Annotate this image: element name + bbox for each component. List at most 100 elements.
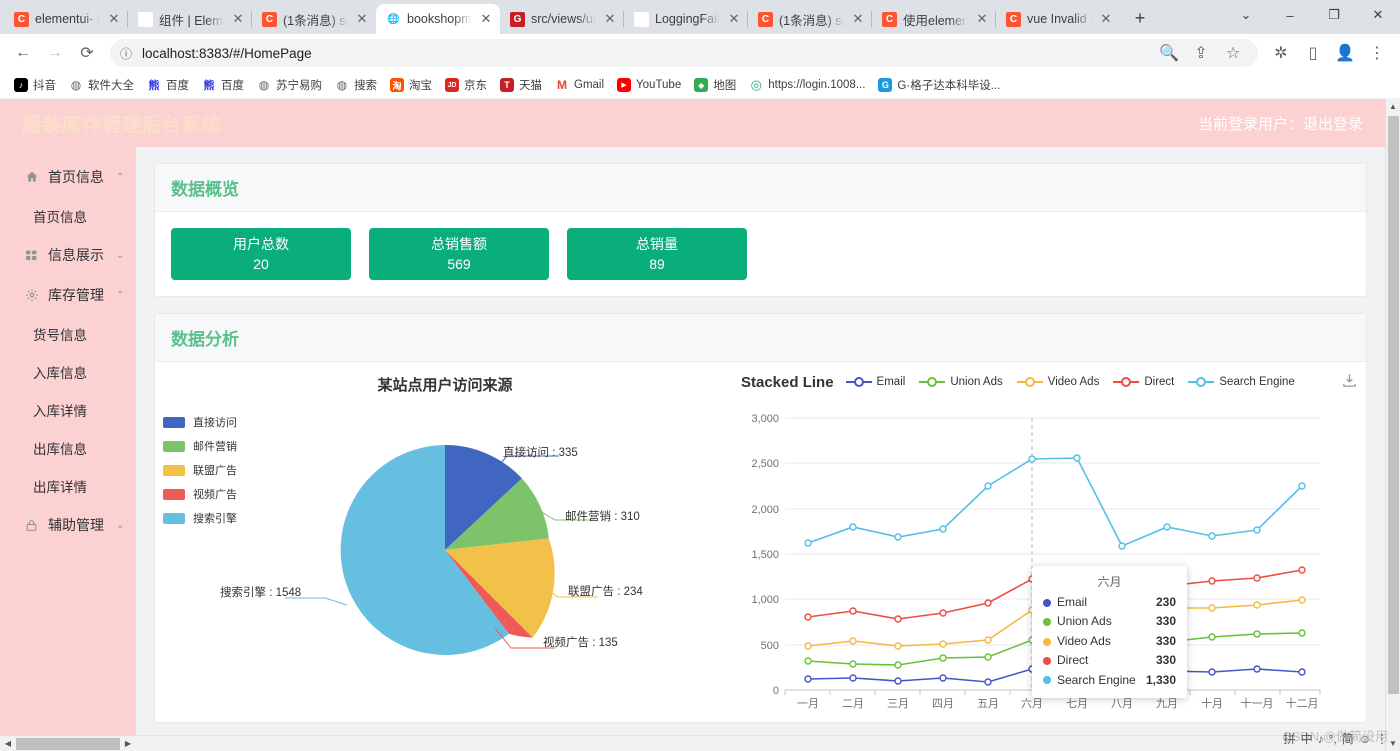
legend-item-search-engine[interactable]: Search Engine	[1188, 376, 1295, 388]
browser-tab[interactable]: 熊 LoggingFailu ✕	[623, 4, 748, 34]
tab-title: (1条消息) spri	[779, 13, 844, 28]
ime-simplified-icon[interactable]: 简	[1342, 730, 1354, 747]
vertical-scrollbar[interactable]: ▲ ▼	[1385, 99, 1400, 751]
vscroll-track[interactable]	[1385, 114, 1400, 736]
csdn-icon: C	[262, 11, 277, 27]
bookmark-label: 百度	[166, 80, 189, 92]
maximize-icon[interactable]: ❐	[1312, 0, 1356, 30]
bookmark-item[interactable]: ◍ 搜索	[329, 75, 383, 95]
reload-icon[interactable]: ⟳	[72, 38, 102, 68]
browser-tab[interactable]: C (1条消息) spri ✕	[747, 4, 872, 34]
scroll-left-icon[interactable]: ◀	[0, 736, 16, 751]
close-window-icon[interactable]: ✕	[1356, 0, 1400, 30]
bookmark-item[interactable]: ♪ 抖音	[8, 75, 62, 95]
sidebar-item-inbound-info[interactable]: 入库信息	[0, 353, 136, 391]
browser-tab[interactable]: ◉ 组件 | Elemen ✕	[127, 4, 252, 34]
back-icon[interactable]: ←	[8, 38, 38, 68]
browser-toolbar: ← → ⟳ ⓘ localhost:8383/#/HomePage 🔍 ⇪ ☆ …	[0, 34, 1400, 72]
browser-tab[interactable]: C 使用element ✕	[871, 4, 996, 34]
panel-icon[interactable]: ▯	[1298, 38, 1328, 68]
close-icon[interactable]: ✕	[974, 11, 990, 27]
sidebar-item-homepage[interactable]: 首页信息	[0, 197, 136, 235]
close-icon[interactable]: ✕	[850, 11, 866, 27]
pie-chart[interactable]: 某站点用户访问来源 直接访问 邮件营销 联盟广告 视频广告 搜索引擎 直接访问 …	[155, 366, 735, 722]
browser-tab-active[interactable]: 🌐 bookshopma ✕	[376, 4, 500, 34]
legend-item-email[interactable]: Email	[845, 376, 905, 388]
address-bar[interactable]: ⓘ localhost:8383/#/HomePage 🔍 ⇪ ☆	[110, 39, 1258, 67]
vscroll-thumb[interactable]	[1387, 116, 1399, 694]
close-icon[interactable]: ✕	[478, 11, 494, 27]
ime-more-icon[interactable]: ⋮	[1376, 732, 1388, 746]
sidebar-item-info-display[interactable]: 信息展示 ⌄	[0, 235, 136, 275]
bookmark-item[interactable]: 熊百度	[141, 75, 195, 95]
stat-total-volume[interactable]: 总销量 89	[567, 228, 747, 280]
search-icon[interactable]: 🔍	[1154, 38, 1184, 68]
sidebar-item-outbound-info[interactable]: 出库信息	[0, 429, 136, 467]
sidebar-item-aux-mgmt[interactable]: 辅助管理 ⌄	[0, 505, 136, 545]
star-icon[interactable]: ☆	[1218, 38, 1248, 68]
bookmark-label: 苏宁易购	[276, 80, 322, 92]
tooltip-title: 六月	[1097, 575, 1122, 589]
legend-item-union-ads[interactable]: Union Ads	[919, 376, 1003, 388]
puzzle-icon[interactable]: ✲	[1266, 38, 1296, 68]
ime-emoji-icon[interactable]: ☺	[1359, 732, 1371, 746]
ime-punct-icon[interactable]: °,	[1329, 732, 1337, 746]
bookmark-item[interactable]: ◍ 苏宁易购	[251, 75, 328, 95]
bookmark-item[interactable]: ◎ https://login.1008...	[743, 76, 871, 94]
logout-link[interactable]: 当前登录用户：退出登录	[1198, 113, 1363, 134]
sidebar-item-inbound-detail[interactable]: 入库详情	[0, 391, 136, 429]
download-icon[interactable]	[1341, 372, 1358, 392]
legend-item-direct[interactable]: Direct	[1113, 376, 1174, 388]
person-icon[interactable]: 👤	[1330, 38, 1360, 68]
ime-tone-icon[interactable]: ♪	[1318, 732, 1324, 746]
browser-tab[interactable]: G src/views/use ✕	[500, 4, 624, 34]
horizontal-scrollbar[interactable]: ◀ ▶	[0, 735, 1385, 751]
browser-tab[interactable]: C vue Invalid p ✕	[995, 4, 1120, 34]
tooltip-name: Search Engine	[1057, 672, 1136, 687]
browser-tab[interactable]: C (1条消息) spri ✕	[251, 4, 376, 34]
close-icon[interactable]: ✕	[230, 11, 246, 27]
bookmark-item[interactable]: ▶ YouTube	[611, 76, 687, 94]
kebab-icon[interactable]: ⋮	[1362, 38, 1392, 68]
forward-icon[interactable]: →	[40, 38, 70, 68]
close-icon[interactable]: ✕	[106, 11, 122, 27]
site-info-icon[interactable]: ⓘ	[120, 45, 132, 62]
scroll-up-icon[interactable]: ▲	[1386, 99, 1400, 114]
tooltip-dot	[1043, 676, 1051, 685]
bookmark-item[interactable]: ◆ 地图	[688, 75, 742, 95]
bookmark-item[interactable]: G G·格子达本科毕设...	[872, 75, 1006, 95]
stat-total-users[interactable]: 用户总数 20	[171, 228, 351, 280]
browser-tab[interactable]: C elementui- C ✕	[4, 4, 128, 34]
close-icon[interactable]: ✕	[602, 11, 618, 27]
sidebar-item-goods-no[interactable]: 货号信息	[0, 315, 136, 353]
scroll-right-icon[interactable]: ▶	[120, 736, 136, 751]
ime-toolbar[interactable]: 拼 中 ♪ °, 简 ☺ ⋮	[1278, 728, 1394, 749]
new-tab-button[interactable]: +	[1126, 4, 1154, 32]
ime-chinese-icon[interactable]: 中	[1301, 730, 1313, 747]
bookmark-item[interactable]: T 天猫	[494, 75, 548, 95]
hscroll-thumb[interactable]	[16, 737, 120, 750]
bookmark-item[interactable]: M Gmail	[549, 76, 610, 94]
sidebar-item-outbound-detail[interactable]: 出库详情	[0, 467, 136, 505]
hscroll-track[interactable]	[16, 736, 120, 751]
share-icon[interactable]: ⇪	[1186, 38, 1216, 68]
close-icon[interactable]: ✕	[354, 11, 370, 27]
minimize-icon[interactable]: –	[1268, 0, 1312, 30]
tab-search-icon[interactable]: ⌄	[1224, 0, 1268, 30]
legend-item-video-ads[interactable]: Video Ads	[1016, 376, 1099, 388]
line-chart[interactable]: Stacked Line Email Union Ads Video Ads D…	[735, 366, 1366, 722]
gezida-icon: G	[878, 78, 893, 92]
tooltip-dot	[1043, 598, 1051, 607]
sidebar-item-stock-mgmt[interactable]: 库存管理 ⌃	[0, 275, 136, 315]
legend-label: Direct	[1144, 376, 1175, 388]
sidebar-item-home[interactable]: 首页信息 ⌃	[0, 157, 136, 197]
bookmark-item[interactable]: JD 京东	[439, 75, 493, 95]
stat-total-sales[interactable]: 总销售额 569	[369, 228, 549, 280]
ime-pinyin-icon[interactable]: 拼	[1284, 730, 1296, 747]
bookmark-item[interactable]: 熊百度	[196, 75, 250, 95]
bookmark-item[interactable]: ◍ 软件大全	[63, 75, 140, 95]
close-icon[interactable]: ✕	[1098, 11, 1114, 27]
tooltip-row: Email 230	[1043, 593, 1176, 612]
close-icon[interactable]: ✕	[726, 11, 742, 27]
bookmark-item[interactable]: 淘淘宝	[384, 75, 438, 95]
